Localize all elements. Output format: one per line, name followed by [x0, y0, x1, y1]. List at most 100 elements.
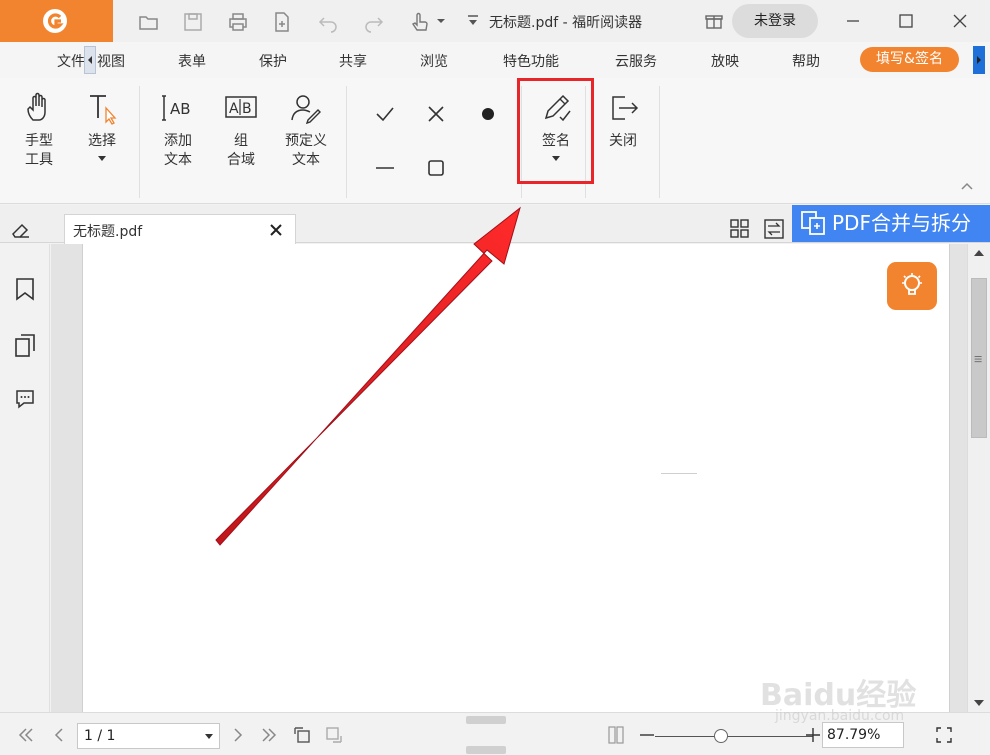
- scroll-up-icon[interactable]: [973, 248, 985, 258]
- comments-icon[interactable]: [13, 386, 37, 412]
- gift-icon[interactable]: [704, 11, 724, 31]
- svg-text:B: B: [242, 101, 252, 117]
- close-tab-icon[interactable]: [269, 223, 283, 237]
- user-pen-icon: [291, 95, 321, 125]
- add-text-button[interactable]: AB 添加 文本: [157, 90, 199, 170]
- ribbon-toolbar: 手型 工具 选择 AB 添加 文本 A B 组 合域 预定义 文本 签名 关闭: [0, 78, 990, 204]
- fullscreen-icon[interactable]: [934, 725, 954, 745]
- grip-icon: [974, 355, 982, 363]
- zoom-out-icon[interactable]: [637, 725, 657, 745]
- svg-text:A: A: [229, 101, 239, 117]
- tab-special-features[interactable]: 特色功能: [503, 51, 559, 71]
- checkmark-icon[interactable]: [373, 102, 397, 126]
- add-text-label: 添加 文本: [164, 133, 192, 168]
- text-select-icon: [90, 95, 117, 125]
- hand-tool-button[interactable]: 手型 工具: [18, 90, 60, 170]
- scroll-down-icon[interactable]: [973, 698, 985, 708]
- next-page-icon[interactable]: [228, 725, 248, 745]
- title-bar: 无标题.pdf - 福昕阅读器 未登录: [0, 0, 990, 42]
- collapse-ribbon-icon[interactable]: [960, 181, 974, 191]
- page-number-value: 1 / 1: [84, 728, 116, 744]
- quick-access-dropdown-icon[interactable]: [436, 16, 446, 26]
- tab-file[interactable]: 文件: [57, 51, 85, 71]
- zoom-in-icon[interactable]: [803, 725, 823, 745]
- minimize-icon[interactable]: [843, 11, 863, 31]
- first-page-icon[interactable]: [16, 725, 36, 745]
- pages-icon[interactable]: [13, 332, 37, 358]
- page-number-field[interactable]: 1 / 1: [77, 723, 220, 749]
- undo-icon[interactable]: [316, 10, 340, 34]
- redo-icon[interactable]: [362, 10, 386, 34]
- svg-text:AB: AB: [170, 100, 191, 118]
- page-dropdown-icon[interactable]: [205, 734, 213, 740]
- tab-fill-and-sign[interactable]: 填写&签名: [860, 47, 959, 72]
- ribbon-separator: [139, 86, 140, 198]
- tips-button[interactable]: [887, 262, 937, 310]
- tabs-scroll-right-button[interactable]: [973, 46, 985, 74]
- lightbulb-icon: [902, 273, 922, 295]
- tab-slideshow[interactable]: 放映: [711, 51, 739, 71]
- tabs-scroll-left-button[interactable]: [84, 46, 96, 74]
- pdf-merge-split-button[interactable]: PDF合并与拆分: [792, 205, 990, 242]
- merge-split-label: PDF合并与拆分: [832, 211, 971, 235]
- select-tool-button[interactable]: 选择: [82, 90, 122, 163]
- ribbon-tabs: 文件 视图 表单 保护 共享 浏览 特色功能 云服务 放映 帮助 填写&签名: [0, 42, 990, 78]
- maximize-icon[interactable]: [896, 11, 916, 31]
- document-canvas[interactable]: [51, 244, 967, 712]
- login-button[interactable]: 未登录: [732, 4, 818, 38]
- tab-help[interactable]: 帮助: [792, 51, 820, 71]
- dropdown-caret-icon: [98, 156, 106, 161]
- eraser-icon[interactable]: [10, 219, 32, 241]
- predefined-text-label: 预定义 文本: [285, 133, 327, 168]
- document-tab[interactable]: 无标题.pdf: [64, 214, 296, 244]
- tab-view[interactable]: 视图: [97, 51, 127, 71]
- select-tool-label: 选择: [88, 133, 116, 149]
- hand-cursor-icon[interactable]: [408, 10, 432, 34]
- exit-icon: [612, 96, 639, 120]
- sign-highlight-box: [517, 78, 594, 184]
- tab-share[interactable]: 共享: [339, 51, 367, 71]
- splitter-handle[interactable]: [466, 716, 506, 724]
- rectangle-icon[interactable]: [424, 156, 448, 180]
- chevron-left-icon: [88, 56, 92, 64]
- predefined-text-button[interactable]: 预定义 文本: [282, 90, 330, 170]
- switch-view-icon[interactable]: [763, 218, 785, 240]
- customize-toolbar-icon[interactable]: [466, 13, 480, 29]
- zoom-level-value: 87.79%: [827, 727, 881, 743]
- thumbnail-view-icon[interactable]: [729, 218, 751, 240]
- foxit-reader-window: 无标题.pdf - 福昕阅读器 未登录 文件 视图 表单 保护 共享 浏览 特色…: [0, 0, 990, 755]
- foxit-logo-icon: [43, 9, 67, 33]
- close-window-icon[interactable]: [950, 11, 970, 31]
- new-file-icon[interactable]: [270, 10, 294, 34]
- last-page-icon[interactable]: [259, 725, 279, 745]
- document-tab-label: 无标题.pdf: [73, 224, 143, 240]
- dot-icon[interactable]: [476, 102, 500, 126]
- tab-browse[interactable]: 浏览: [420, 51, 448, 71]
- tab-form[interactable]: 表单: [178, 51, 206, 71]
- previous-page-icon[interactable]: [49, 725, 69, 745]
- previous-view-icon[interactable]: [292, 725, 312, 745]
- combo-field-button[interactable]: A B 组 合域: [220, 90, 262, 170]
- tab-protect[interactable]: 保护: [259, 51, 287, 71]
- line-icon[interactable]: [373, 156, 397, 180]
- bookmark-icon[interactable]: [13, 276, 37, 302]
- zoom-slider-knob[interactable]: [714, 729, 728, 743]
- print-icon[interactable]: [226, 10, 250, 34]
- zoom-level-field[interactable]: 87.79%: [822, 722, 904, 748]
- tab-cloud-service[interactable]: 云服务: [615, 51, 657, 71]
- save-icon[interactable]: [181, 10, 205, 34]
- scrollbar-thumb[interactable]: [971, 278, 987, 438]
- app-logo-tile[interactable]: [0, 0, 113, 42]
- open-folder-icon[interactable]: [137, 10, 161, 34]
- splitter-handle[interactable]: [466, 746, 506, 754]
- ribbon-separator: [346, 86, 347, 198]
- close-fill-sign-button[interactable]: 关闭: [600, 90, 646, 151]
- page-mark: [661, 473, 697, 474]
- vertical-scrollbar[interactable]: [967, 244, 990, 712]
- merge-split-icon: [801, 211, 825, 235]
- cross-mark-icon[interactable]: [424, 102, 448, 126]
- next-view-icon[interactable]: [324, 725, 344, 745]
- pdf-page[interactable]: [82, 244, 950, 712]
- page-layout-icon[interactable]: [606, 725, 626, 745]
- zoom-slider-track[interactable]: [655, 736, 813, 737]
